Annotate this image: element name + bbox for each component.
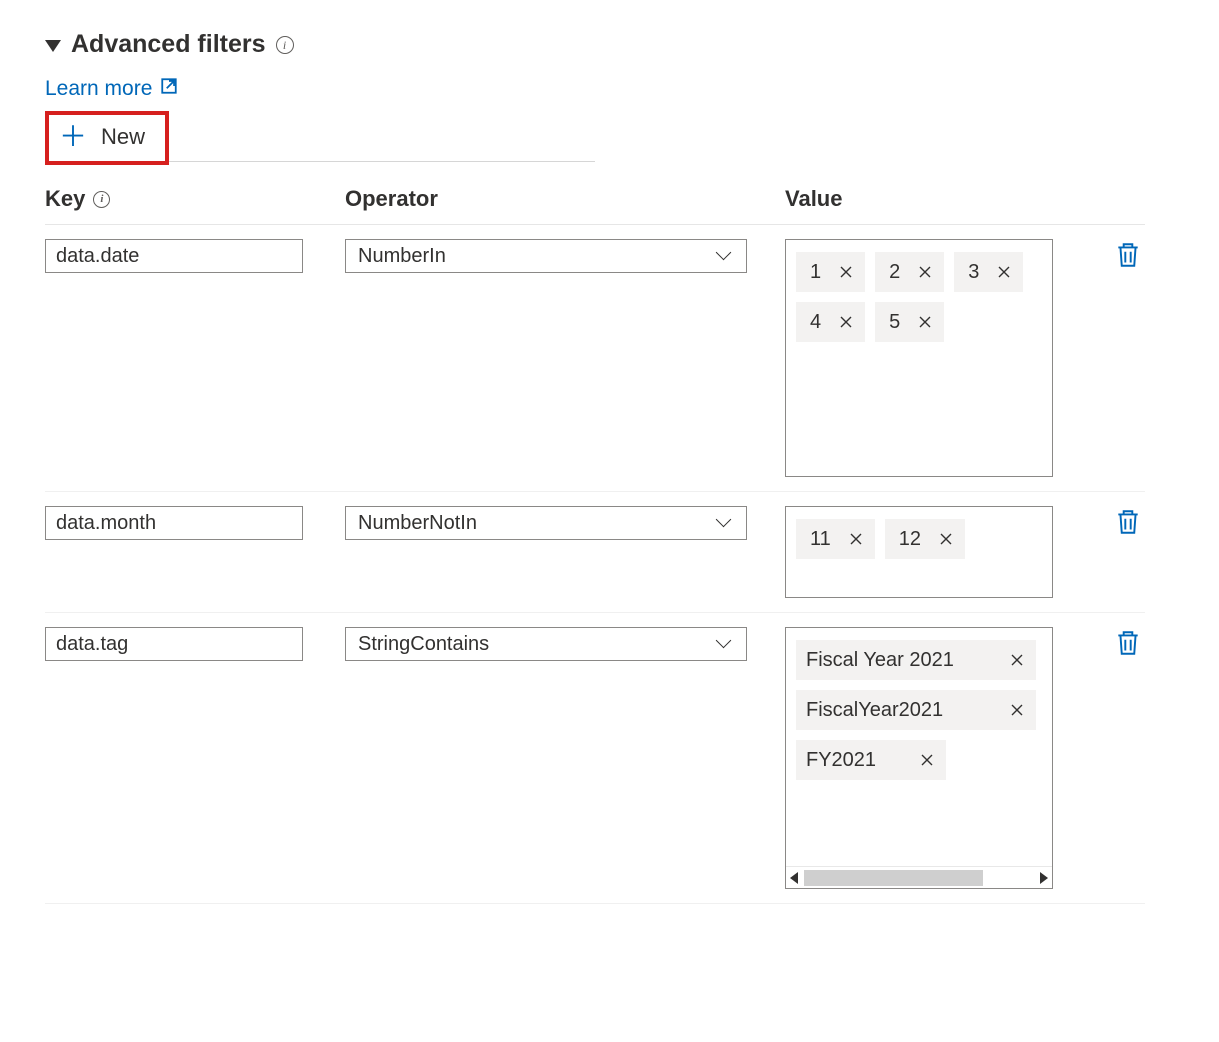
horizontal-scrollbar[interactable] xyxy=(786,866,1052,888)
operator-value: StringContains xyxy=(358,633,489,656)
value-chip: FY2021 xyxy=(796,740,946,780)
chip-label: Fiscal Year 2021 xyxy=(796,649,970,672)
value-chip: Fiscal Year 2021 xyxy=(796,640,1036,680)
new-button-label: New xyxy=(101,124,145,150)
delete-row-icon[interactable] xyxy=(1115,519,1141,541)
chip-label: 2 xyxy=(875,261,912,284)
value-header-label: Value xyxy=(785,186,842,212)
remove-chip-icon[interactable] xyxy=(1004,703,1036,717)
external-link-icon xyxy=(160,77,178,101)
remove-chip-icon[interactable] xyxy=(914,753,946,767)
operator-select[interactable]: NumberIn xyxy=(345,239,747,273)
remove-chip-icon[interactable] xyxy=(843,532,875,546)
key-header-label: Key xyxy=(45,186,85,212)
value-chip: 3 xyxy=(954,252,1023,292)
value-chip: 5 xyxy=(875,302,944,342)
table-row: NumberNotIn 11 12 xyxy=(45,492,1145,613)
remove-chip-icon[interactable] xyxy=(933,532,965,546)
remove-chip-icon[interactable] xyxy=(912,265,944,279)
chip-label: 1 xyxy=(796,261,833,284)
operator-value: NumberIn xyxy=(358,245,446,268)
chip-label: FY2021 xyxy=(796,749,892,772)
scroll-left-icon[interactable] xyxy=(790,872,798,884)
values-box[interactable]: 11 12 xyxy=(785,506,1053,598)
column-header-key: Key i xyxy=(45,186,345,212)
advanced-filters-header[interactable]: Advanced filters i xyxy=(45,30,1174,59)
chip-label: 5 xyxy=(875,311,912,334)
info-icon[interactable]: i xyxy=(93,191,110,208)
new-button[interactable]: ＋ New xyxy=(45,111,169,165)
chip-label: 12 xyxy=(885,528,933,551)
learn-more-link[interactable]: Learn more xyxy=(45,77,178,101)
remove-chip-icon[interactable] xyxy=(912,315,944,329)
value-chip: 11 xyxy=(796,519,875,559)
value-chip: 2 xyxy=(875,252,944,292)
delete-row-icon[interactable] xyxy=(1115,640,1141,662)
remove-chip-icon[interactable] xyxy=(991,265,1023,279)
chevron-down-icon xyxy=(718,249,732,263)
operator-select[interactable]: StringContains xyxy=(345,627,747,661)
learn-more-label: Learn more xyxy=(45,77,152,101)
collapse-caret-icon xyxy=(45,40,61,52)
chip-label: 4 xyxy=(796,311,833,334)
value-chip: 12 xyxy=(885,519,965,559)
scrollbar-track[interactable] xyxy=(804,870,1034,886)
key-input[interactable] xyxy=(45,239,303,273)
chip-label: 3 xyxy=(954,261,991,284)
chevron-down-icon xyxy=(718,516,732,530)
section-title: Advanced filters xyxy=(71,30,266,59)
chip-label: 11 xyxy=(796,528,843,551)
remove-chip-icon[interactable] xyxy=(833,265,865,279)
operator-header-label: Operator xyxy=(345,186,438,212)
key-input[interactable] xyxy=(45,627,303,661)
filters-table: Key i Operator Value NumberIn 1 xyxy=(45,186,1145,904)
value-chip: FiscalYear2021 xyxy=(796,690,1036,730)
scroll-right-icon[interactable] xyxy=(1040,872,1048,884)
key-input[interactable] xyxy=(45,506,303,540)
plus-icon: ＋ xyxy=(59,123,87,151)
value-chip: 1 xyxy=(796,252,865,292)
chip-label: FiscalYear2021 xyxy=(796,699,959,722)
info-icon[interactable]: i xyxy=(276,36,294,54)
operator-value: NumberNotIn xyxy=(358,512,477,535)
table-row: NumberIn 1 2 3 xyxy=(45,225,1145,492)
values-box[interactable]: Fiscal Year 2021 FiscalYear2021 FY2021 xyxy=(785,627,1053,889)
remove-chip-icon[interactable] xyxy=(833,315,865,329)
delete-row-icon[interactable] xyxy=(1115,252,1141,274)
table-header: Key i Operator Value xyxy=(45,186,1145,225)
chevron-down-icon xyxy=(718,637,732,651)
column-header-operator: Operator xyxy=(345,186,785,212)
operator-select[interactable]: NumberNotIn xyxy=(345,506,747,540)
remove-chip-icon[interactable] xyxy=(1004,653,1036,667)
table-row: StringContains Fiscal Year 2021 FiscalYe… xyxy=(45,613,1145,904)
values-box[interactable]: 1 2 3 4 xyxy=(785,239,1053,477)
value-chip: 4 xyxy=(796,302,865,342)
scrollbar-thumb[interactable] xyxy=(804,870,983,886)
column-header-value: Value xyxy=(785,186,1105,212)
